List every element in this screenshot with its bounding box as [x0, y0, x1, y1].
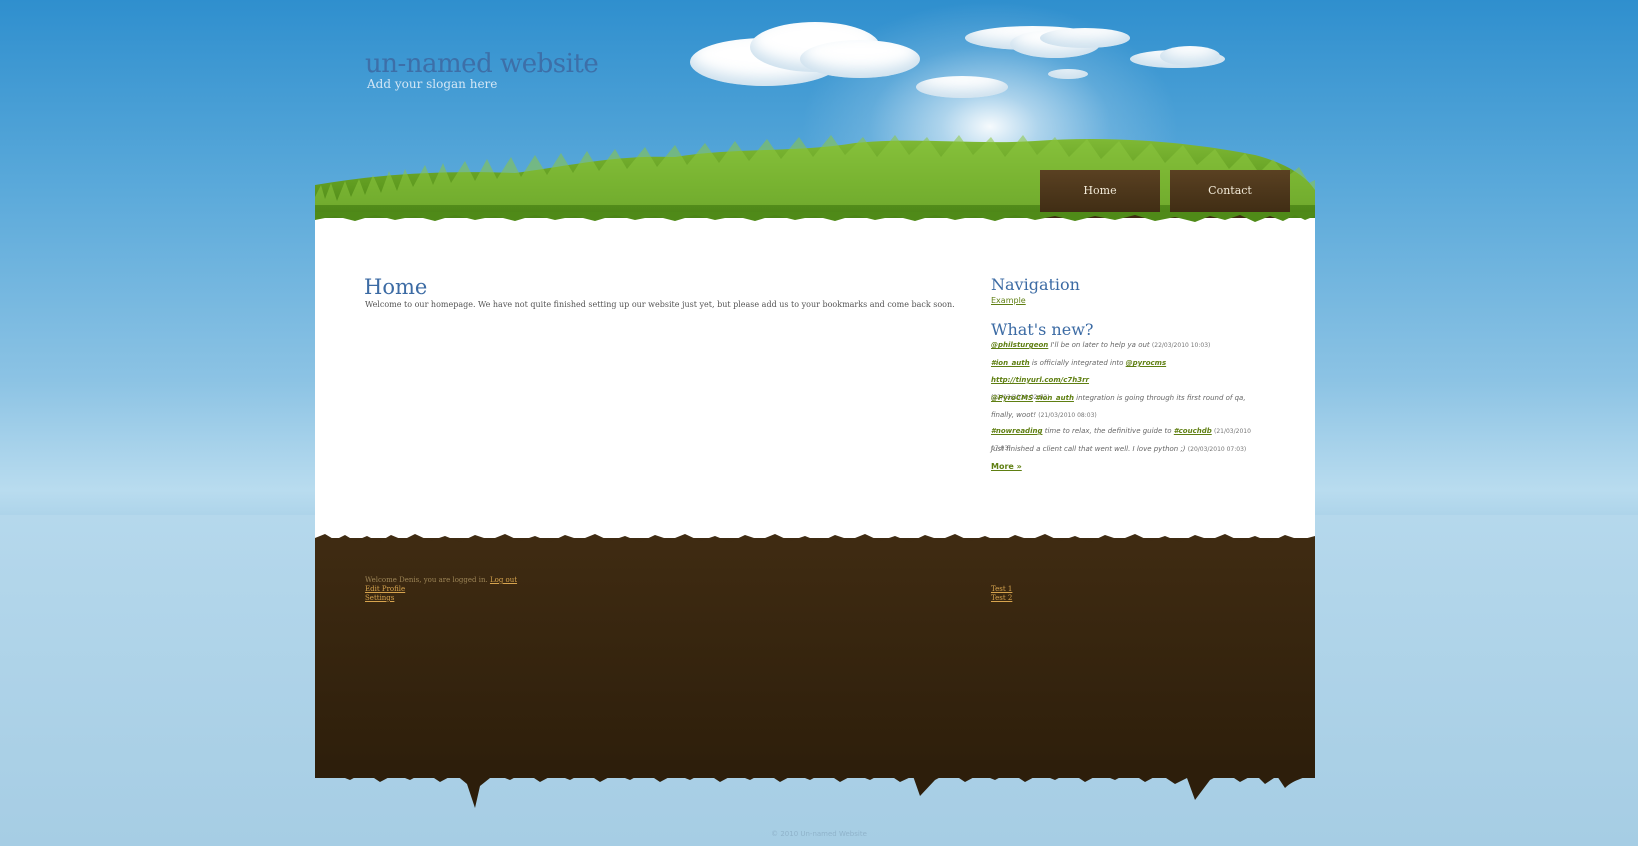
tweet-item: @PyroCMS #ion_auth integration is going … — [991, 390, 1256, 424]
page-title: Home — [364, 275, 428, 299]
tweet-item: Just finished a client call that went we… — [991, 441, 1256, 458]
site-title[interactable]: un-named website — [365, 49, 599, 79]
navigation-heading: Navigation — [991, 275, 1080, 294]
tweet-hashtag-link[interactable]: #ion_auth — [991, 359, 1030, 367]
footer-link-test2[interactable]: Test 2 — [991, 594, 1012, 602]
tweet-text: Just finished a client call that went we… — [991, 445, 1186, 453]
tab-home-label: Home — [1083, 184, 1117, 197]
tweet-mention-link[interactable]: @pyrocms — [1126, 359, 1166, 367]
tweet-text: time to relax, the definitive guide to — [1042, 427, 1174, 435]
tweet-hashtag-link[interactable]: #nowreading — [991, 427, 1042, 435]
tweet-text: I'll be on later to help ya out — [1048, 341, 1150, 349]
tweet-date: (22/03/2010 10:03) — [1151, 342, 1211, 349]
soil-edge — [315, 534, 1315, 550]
copyright-text: © 2010 Un-named Website — [771, 830, 867, 838]
soil-roots — [315, 760, 1315, 808]
page-intro-text: Welcome to our homepage. We have not qui… — [365, 300, 955, 309]
tweet-url-link[interactable]: http://tinyurl.com/c7h3rr — [991, 376, 1089, 384]
tweet-date: (20/03/2010 07:03) — [1187, 446, 1247, 453]
welcome-message: Welcome Denis, you are logged in. Log ou… — [365, 576, 517, 584]
tweet-mention-link[interactable]: @PyroCMS — [991, 394, 1033, 402]
soil-footer — [315, 538, 1315, 778]
edit-profile-link[interactable]: Edit Profile — [365, 585, 405, 593]
more-link[interactable]: More » — [991, 462, 1022, 471]
tweet-hashtag-link[interactable]: #couchdb — [1174, 427, 1212, 435]
logout-link[interactable]: Log out — [490, 576, 517, 584]
tweet-mention-link[interactable]: @philsturgeon — [991, 341, 1048, 349]
tweet-hashtag-link[interactable]: #ion_auth — [1035, 394, 1074, 402]
grass-fringe — [315, 212, 1315, 222]
tweet-text: is officially integrated into — [1029, 359, 1126, 367]
footer-link-test1[interactable]: Test 1 — [991, 585, 1012, 593]
site-slogan: Add your slogan here — [367, 77, 498, 91]
tab-contact-label: Contact — [1208, 184, 1252, 197]
tweet-date: (21/03/2010 08:03) — [1038, 412, 1097, 419]
settings-link[interactable]: Settings — [365, 594, 394, 602]
nav-link-example[interactable]: Example — [991, 296, 1026, 305]
tweet-item: @philsturgeon I'll be on later to help y… — [991, 337, 1256, 354]
welcome-text: Welcome Denis, you are logged in. — [365, 576, 488, 584]
